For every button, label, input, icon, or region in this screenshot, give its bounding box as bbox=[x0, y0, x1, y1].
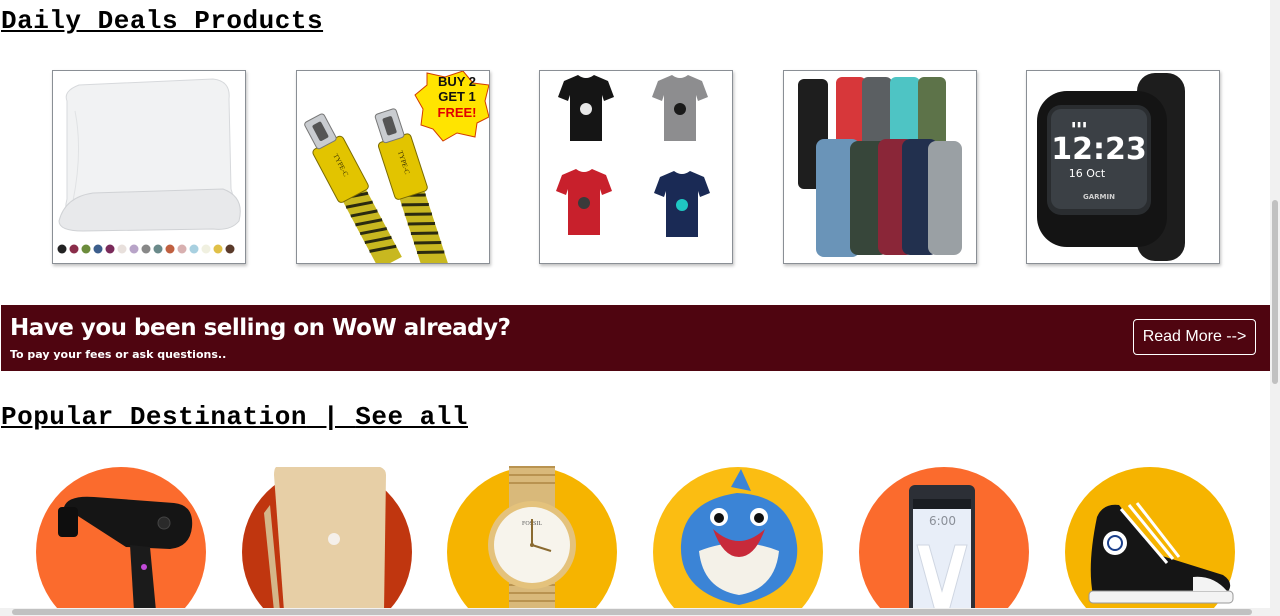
svg-text:16 Oct: 16 Oct bbox=[1069, 167, 1106, 180]
page: Daily Deals Products TYPE-C TYPE-C BUY 2… bbox=[0, 0, 1270, 608]
product-card-tshirts[interactable] bbox=[539, 70, 733, 264]
sneaker-image bbox=[1065, 467, 1235, 608]
banner-title: Have you been selling on WoW already? bbox=[10, 315, 511, 341]
horizontal-scrollbar-thumb[interactable] bbox=[12, 609, 1252, 615]
long-sleeve-shirts-image bbox=[784, 71, 976, 263]
read-more-button[interactable]: Read More --> bbox=[1133, 319, 1256, 355]
destination-laptop[interactable] bbox=[240, 465, 414, 608]
svg-text:GARMIN: GARMIN bbox=[1083, 193, 1115, 201]
daily-deals-title: Daily Deals Products bbox=[1, 6, 324, 36]
svg-text:▮▮▮: ▮▮▮ bbox=[1071, 120, 1087, 130]
smartwatch-image: ▮▮▮ 12:23 16 Oct GARMIN bbox=[1027, 71, 1219, 263]
svg-text:GET 1: GET 1 bbox=[438, 89, 476, 104]
hair-dryer-image bbox=[36, 467, 206, 608]
see-all-link[interactable]: See all bbox=[355, 402, 468, 432]
svg-text:12:23: 12:23 bbox=[1051, 132, 1147, 167]
title-separator: | bbox=[306, 402, 356, 432]
seller-banner: Have you been selling on WoW already? To… bbox=[1, 305, 1270, 371]
destination-hair-dryer[interactable] bbox=[34, 465, 208, 608]
product-card-pillow[interactable] bbox=[52, 70, 246, 264]
horizontal-scrollbar[interactable] bbox=[0, 608, 1280, 616]
product-card-smartwatch[interactable]: ▮▮▮ 12:23 16 Oct GARMIN bbox=[1026, 70, 1220, 264]
vertical-scrollbar-thumb[interactable] bbox=[1272, 200, 1278, 384]
product-card-usb-cable[interactable]: TYPE-C TYPE-C BUY 2 GET 1 FREE! bbox=[296, 70, 490, 264]
usb-cable-image: TYPE-C TYPE-C BUY 2 GET 1 FREE! bbox=[297, 71, 489, 263]
wrist-watch-image: FOSSIL bbox=[447, 466, 617, 608]
banner-subtitle: To pay your fees or ask questions.. bbox=[10, 348, 227, 361]
destination-smartphone[interactable]: 6:00 bbox=[857, 465, 1031, 608]
vertical-scrollbar[interactable] bbox=[1270, 0, 1280, 608]
popular-title-text: Popular Destination bbox=[1, 402, 307, 432]
pillow-image bbox=[53, 71, 245, 263]
destination-plush-toy[interactable] bbox=[651, 465, 825, 608]
plush-toy-image bbox=[653, 467, 823, 608]
tshirts-image bbox=[540, 71, 732, 263]
laptop-image bbox=[242, 467, 412, 608]
product-card-long-sleeve-shirts[interactable] bbox=[783, 70, 977, 264]
destination-wrist-watch[interactable]: FOSSIL bbox=[445, 465, 619, 608]
svg-text:6:00: 6:00 bbox=[929, 514, 956, 528]
destination-sneaker[interactable] bbox=[1063, 465, 1237, 608]
svg-text:BUY 2: BUY 2 bbox=[438, 74, 476, 89]
svg-text:FREE!: FREE! bbox=[438, 105, 477, 120]
smartphone-image: 6:00 bbox=[859, 467, 1029, 608]
popular-destination-title: Popular Destination | See all bbox=[1, 402, 468, 432]
